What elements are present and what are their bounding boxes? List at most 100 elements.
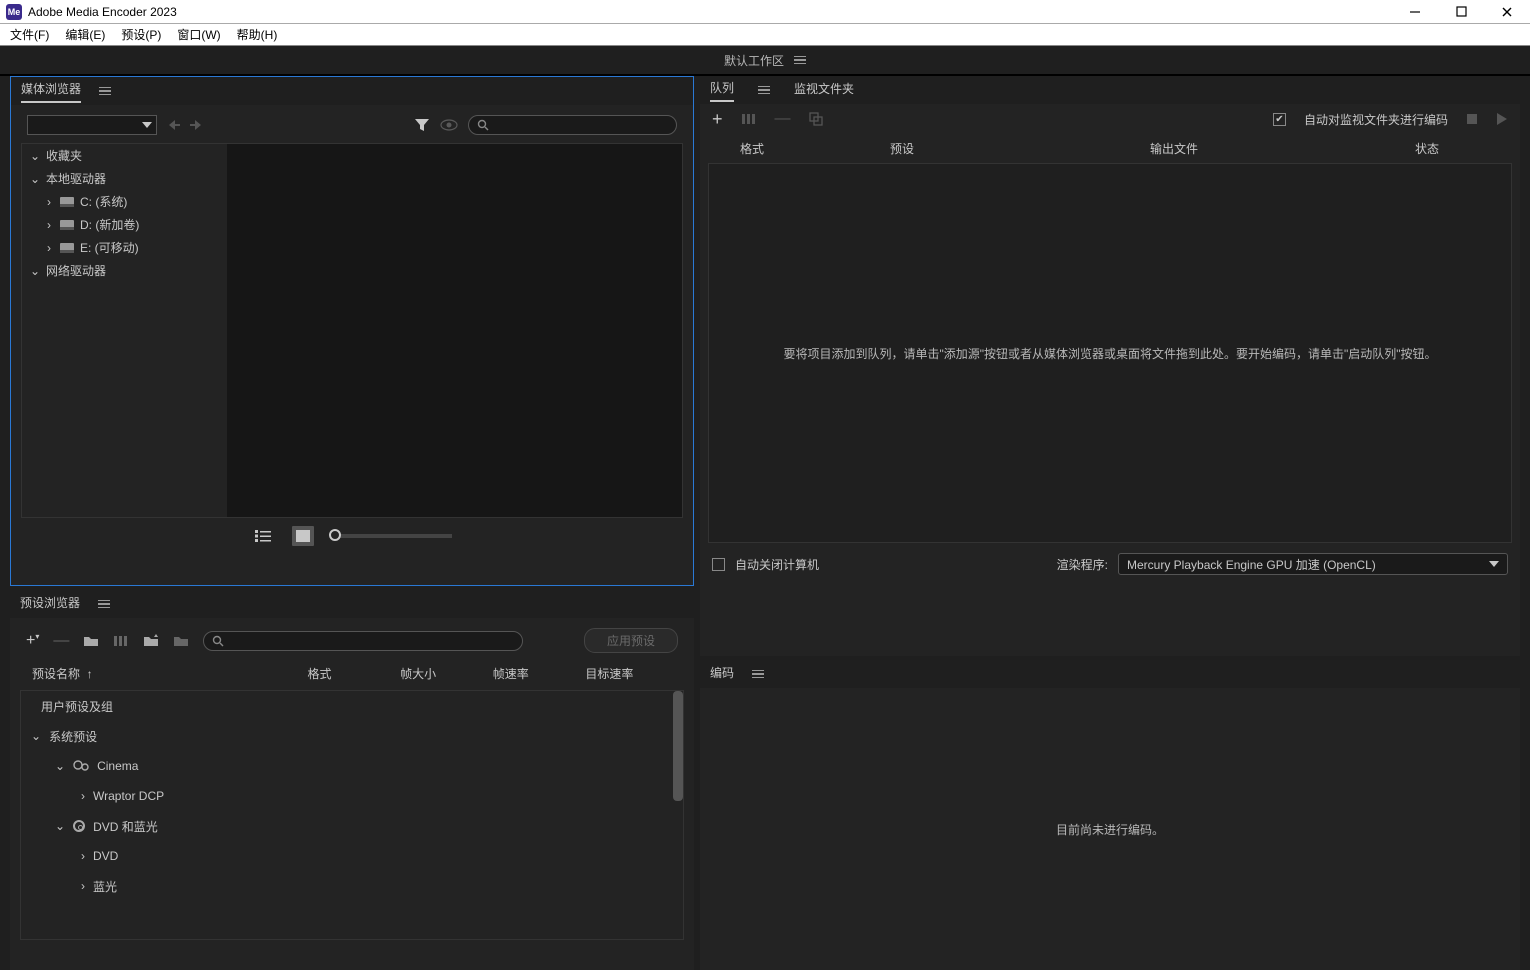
col-framerate[interactable]: 帧速率 [493, 665, 580, 682]
preset-label: DVD [93, 849, 118, 863]
window-titlebar: Me Adobe Media Encoder 2023 [0, 0, 1530, 24]
close-button[interactable] [1484, 0, 1530, 24]
queue-drop-area[interactable]: 要将项目添加到队列，请单击"添加源"按钮或者从媒体浏览器或桌面将文件拖到此处。要… [708, 163, 1512, 543]
add-source-button[interactable]: + [712, 109, 723, 130]
queue-settings-button[interactable] [741, 112, 757, 126]
tree-label: E: (可移动) [80, 239, 139, 256]
start-queue-button[interactable] [1496, 112, 1508, 126]
mb-search-input[interactable] [468, 115, 677, 135]
search-icon [212, 635, 224, 647]
tab-media-browser[interactable]: 媒体浏览器 [21, 80, 81, 103]
menu-preset[interactable]: 预设(P) [121, 26, 161, 43]
eye-icon[interactable] [440, 119, 458, 131]
row-system-presets[interactable]: ⌄ 系统预设 [21, 721, 683, 751]
row-wraptor[interactable]: › Wraptor DCP [21, 781, 683, 811]
tab-queue[interactable]: 队列 [710, 79, 734, 102]
drive-icon [60, 220, 74, 230]
workspace-menu-icon[interactable] [794, 56, 806, 65]
tree-drive-d[interactable]: › D: (新加卷) [22, 213, 227, 236]
path-dropdown[interactable] [27, 115, 157, 135]
menu-window[interactable]: 窗口(W) [177, 26, 220, 43]
tree-label: C: (系统) [80, 193, 127, 210]
panel-menu-icon[interactable] [98, 600, 110, 609]
renderer-value: Mercury Playback Engine GPU 加速 (OpenCL) [1127, 556, 1376, 573]
export-preset-button[interactable] [173, 634, 189, 647]
tree-label: 本地驱动器 [46, 170, 106, 187]
apply-preset-button[interactable]: 应用预设 [584, 628, 678, 653]
remove-item-button[interactable]: — [775, 110, 791, 128]
thumb-size-slider[interactable] [332, 534, 452, 538]
workspace-bar: 默认工作区 [0, 46, 1530, 76]
auto-encode-label: 自动对监视文件夹进行编码 [1304, 111, 1448, 128]
pb-search-input[interactable] [203, 631, 523, 651]
cinema-icon [73, 760, 89, 772]
tree-drive-e[interactable]: › E: (可移动) [22, 236, 227, 259]
new-group-button[interactable] [83, 634, 99, 647]
preset-list: 用户预设及组 ⌄ 系统预设 ⌄ Cinema › [20, 690, 684, 940]
chevron-right-icon: › [44, 241, 54, 255]
row-cinema[interactable]: ⌄ Cinema [21, 751, 683, 781]
preset-label: 系统预设 [49, 728, 97, 745]
filter-icon[interactable] [414, 118, 430, 132]
chevron-right-icon: › [81, 789, 85, 803]
minimize-button[interactable] [1392, 0, 1438, 24]
auto-encode-checkbox[interactable] [1273, 113, 1286, 126]
tab-encoding[interactable]: 编码 [710, 664, 734, 685]
chevron-down-icon: ⌄ [55, 759, 65, 773]
row-bluray[interactable]: › 蓝光 [21, 871, 683, 901]
row-dvd-bluray[interactable]: ⌄ DVD 和蓝光 [21, 811, 683, 841]
preset-settings-button[interactable] [113, 634, 129, 648]
encoding-status-area: 目前尚未进行编码。 [700, 688, 1520, 970]
tree-label: D: (新加卷) [80, 216, 139, 233]
panel-menu-icon[interactable] [758, 86, 770, 95]
tree-label: 收藏夹 [46, 147, 82, 164]
row-dvd[interactable]: › DVD [21, 841, 683, 871]
tree-network-drives[interactable]: ⌄ 网络驱动器 [22, 259, 227, 282]
col-preset-name[interactable]: 预设名称 ↑ [32, 665, 302, 682]
renderer-select[interactable]: Mercury Playback Engine GPU 加速 (OpenCL) [1118, 553, 1508, 575]
remove-preset-button[interactable]: — [53, 632, 69, 650]
preset-label: Cinema [97, 759, 138, 773]
renderer-label: 渲染程序: [1057, 556, 1108, 573]
panel-menu-icon[interactable] [752, 670, 764, 679]
preset-label: Wraptor DCP [93, 789, 164, 803]
chevron-down-icon [1489, 561, 1499, 567]
preset-label: 蓝光 [93, 878, 117, 895]
tab-watch-folder[interactable]: 监视文件夹 [794, 80, 854, 101]
stop-queue-button[interactable] [1466, 113, 1478, 125]
col-framesize[interactable]: 帧大小 [400, 665, 487, 682]
tree-favorites[interactable]: ⌄ 收藏夹 [22, 144, 227, 167]
nav-back-icon[interactable] [167, 119, 181, 131]
window-title: Adobe Media Encoder 2023 [28, 5, 1392, 19]
import-preset-button[interactable] [143, 634, 159, 647]
chevron-down-icon: ⌄ [55, 819, 65, 833]
col-format[interactable]: 格式 [308, 665, 395, 682]
chevron-right-icon: › [81, 879, 85, 893]
list-view-button[interactable] [252, 526, 274, 546]
menu-help[interactable]: 帮助(H) [237, 26, 278, 43]
chevron-down-icon: ⌄ [31, 729, 41, 743]
menu-file[interactable]: 文件(F) [10, 26, 49, 43]
nav-forward-icon[interactable] [189, 119, 203, 131]
thumb-view-button[interactable] [292, 526, 314, 546]
app-icon: Me [6, 4, 22, 20]
col-output: 输出文件 [1150, 140, 1415, 157]
col-format: 格式 [740, 140, 890, 157]
scrollbar[interactable] [673, 691, 683, 801]
chevron-down-icon: ⌄ [30, 149, 40, 163]
preset-label: 用户预设及组 [41, 698, 113, 715]
tab-preset-browser[interactable]: 预设浏览器 [20, 594, 80, 615]
duplicate-button[interactable] [809, 112, 823, 126]
tree-local-drives[interactable]: ⌄ 本地驱动器 [22, 167, 227, 190]
workspace-label[interactable]: 默认工作区 [724, 52, 784, 69]
row-user-presets[interactable]: 用户预设及组 [21, 691, 683, 721]
col-targetrate[interactable]: 目标速率 [585, 665, 672, 682]
add-preset-button[interactable]: +▾ [26, 632, 39, 650]
auto-shutdown-checkbox[interactable] [712, 558, 725, 571]
preset-label: DVD 和蓝光 [93, 818, 158, 835]
maximize-button[interactable] [1438, 0, 1484, 24]
panel-menu-icon[interactable] [99, 87, 111, 96]
drive-icon [60, 197, 74, 207]
tree-drive-c[interactable]: › C: (系统) [22, 190, 227, 213]
menu-edit[interactable]: 编辑(E) [65, 26, 105, 43]
